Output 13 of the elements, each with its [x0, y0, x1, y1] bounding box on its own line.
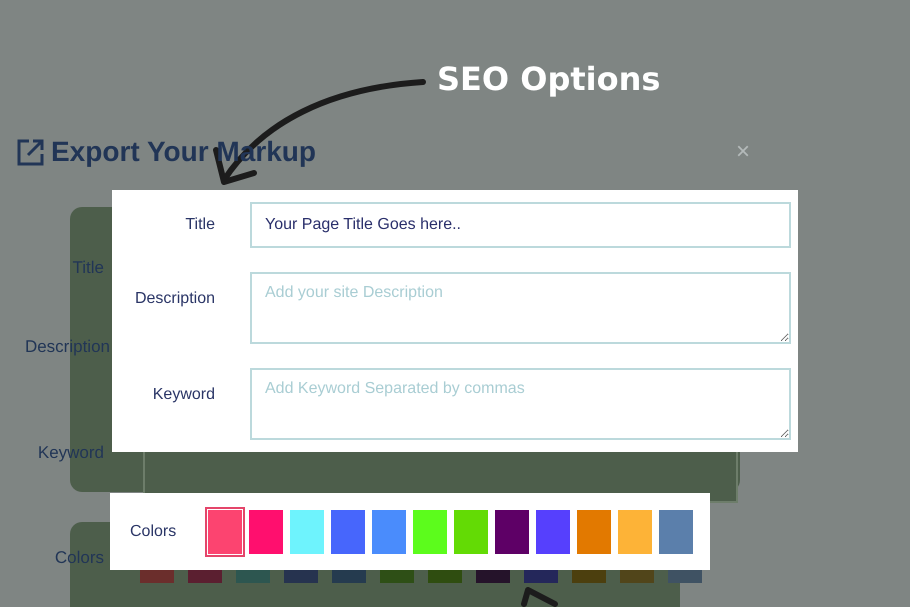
- field-label: Keyword: [38, 443, 104, 463]
- color-swatch[interactable]: [205, 506, 245, 556]
- arrow: [521, 587, 558, 607]
- colors-label: Colors: [130, 522, 178, 540]
- field-label: Title: [185, 216, 215, 234]
- field-label: Description: [134, 289, 215, 308]
- field-label: Keyword: [152, 385, 215, 404]
- field-label: Description: [24, 337, 110, 357]
- field-label: Colors: [54, 548, 104, 568]
- text-area-field[interactable]: Add your site Description: [250, 272, 791, 344]
- annotation-heading: SEO Options: [437, 60, 660, 98]
- text-area-field[interactable]: Add Keyword Separated by commas: [250, 368, 791, 440]
- title-field[interactable]: Your Page Title Goes here..: [250, 202, 791, 248]
